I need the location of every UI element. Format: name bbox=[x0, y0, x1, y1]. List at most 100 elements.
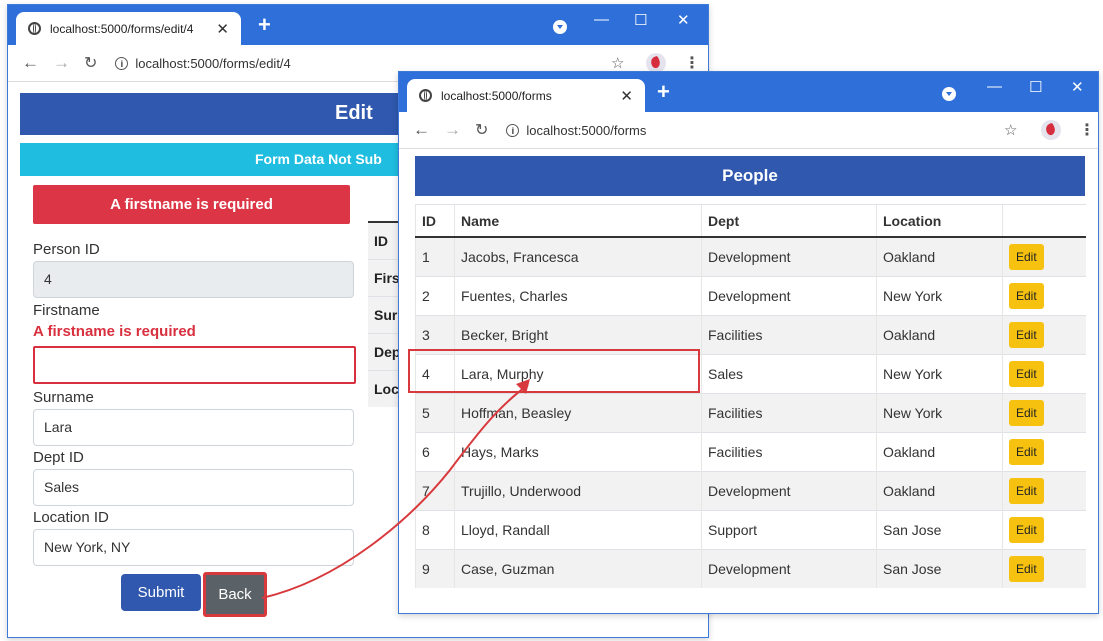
forward-icon[interactable]: → bbox=[444, 120, 461, 140]
star-icon[interactable]: ☆ bbox=[1004, 121, 1017, 139]
cell-dept: Development bbox=[701, 276, 877, 316]
table-header-row: ID Name Dept Location bbox=[415, 204, 1086, 238]
cell-id: 8 bbox=[415, 510, 455, 550]
cell-name: Hoffman, Beasley bbox=[454, 393, 702, 433]
tab-search-icon[interactable] bbox=[942, 87, 956, 101]
table-row: 8 Lloyd, Randall Support San Jose Edit bbox=[415, 510, 1086, 550]
edit-button[interactable]: Edit bbox=[1009, 517, 1044, 543]
column-header-location: Location bbox=[876, 204, 1003, 238]
cell-actions: Edit bbox=[1002, 315, 1086, 355]
cell-location: San Jose bbox=[876, 510, 1003, 550]
table-row: 9 Case, Guzman Development San Jose Edit bbox=[415, 549, 1086, 588]
column-header-dept: Dept bbox=[701, 204, 877, 238]
menu-icon[interactable]: ⋮ bbox=[684, 53, 700, 73]
submit-button[interactable]: Submit bbox=[121, 574, 201, 611]
cell-location: New York bbox=[876, 276, 1003, 316]
firstname-label: Firstname bbox=[33, 302, 100, 319]
cell-actions: Edit bbox=[1002, 549, 1086, 588]
browser-tab[interactable]: localhost:5000/forms ✕ bbox=[407, 79, 645, 112]
edit-button[interactable]: Edit bbox=[1009, 322, 1044, 348]
reload-icon[interactable]: ↻ bbox=[475, 120, 488, 140]
column-header-name: Name bbox=[454, 204, 702, 238]
cell-id: 2 bbox=[415, 276, 455, 316]
close-icon[interactable]: ✕ bbox=[216, 20, 229, 38]
window-close-icon[interactable]: ✕ bbox=[677, 11, 690, 29]
column-header-id: ID bbox=[415, 204, 455, 238]
cell-dept: Support bbox=[701, 510, 877, 550]
info-icon[interactable]: i bbox=[506, 123, 520, 137]
table-row: 5 Hoffman, Beasley Facilities New York E… bbox=[415, 393, 1086, 433]
star-icon[interactable]: ☆ bbox=[611, 54, 624, 72]
cell-actions: Edit bbox=[1002, 510, 1086, 550]
profile-icon[interactable] bbox=[646, 53, 666, 73]
cell-location: Oakland bbox=[876, 315, 1003, 355]
cell-actions: Edit bbox=[1002, 276, 1086, 316]
cell-dept: Sales bbox=[701, 354, 877, 394]
dept-field[interactable]: Sales bbox=[33, 469, 354, 506]
forward-icon[interactable]: → bbox=[53, 53, 70, 73]
cell-name: Trujillo, Underwood bbox=[454, 471, 702, 511]
cell-dept: Development bbox=[701, 549, 877, 588]
table-row: 7 Trujillo, Underwood Development Oaklan… bbox=[415, 471, 1086, 511]
edit-button[interactable]: Edit bbox=[1009, 478, 1044, 504]
cell-location: San Jose bbox=[876, 549, 1003, 588]
edit-button[interactable]: Edit bbox=[1009, 556, 1044, 582]
cell-id: 5 bbox=[415, 393, 455, 433]
cell-actions: Edit bbox=[1002, 471, 1086, 511]
surname-label: Surname bbox=[33, 389, 94, 406]
surname-field[interactable]: Lara bbox=[33, 409, 354, 446]
maximize-icon[interactable]: ☐ bbox=[634, 11, 647, 29]
page-title: People bbox=[722, 166, 778, 185]
tab-search-icon[interactable] bbox=[553, 20, 567, 34]
cell-dept: Facilities bbox=[701, 315, 877, 355]
url-field[interactable]: localhost:5000/forms/edit/4 bbox=[135, 56, 290, 71]
url-field[interactable]: localhost:5000/forms bbox=[526, 123, 646, 138]
firstname-field[interactable] bbox=[33, 346, 356, 384]
status-banner-text: Form Data Not Sub bbox=[255, 151, 382, 167]
cell-dept: Development bbox=[701, 236, 877, 277]
column-header-actions bbox=[1002, 204, 1086, 238]
new-tab-icon[interactable]: + bbox=[657, 81, 670, 103]
firstname-error: A firstname is required bbox=[33, 323, 196, 340]
cell-name: Fuentes, Charles bbox=[454, 276, 702, 316]
cell-location: Oakland bbox=[876, 471, 1003, 511]
title-bar: localhost:5000/forms/edit/4 ✕ + — ☐ ✕ bbox=[8, 5, 708, 45]
edit-button[interactable]: Edit bbox=[1009, 244, 1044, 270]
back-icon[interactable]: ← bbox=[413, 120, 430, 140]
cell-id: 1 bbox=[415, 236, 455, 277]
location-field[interactable]: New York, NY bbox=[33, 529, 354, 566]
globe-icon bbox=[28, 22, 41, 35]
edit-button[interactable]: Edit bbox=[1009, 361, 1044, 387]
window-close-icon[interactable]: ✕ bbox=[1071, 78, 1084, 96]
globe-icon bbox=[419, 89, 432, 102]
info-icon[interactable]: i bbox=[115, 56, 129, 70]
new-tab-icon[interactable]: + bbox=[258, 14, 271, 36]
address-bar: ← → ↻ i localhost:5000/forms ☆ ⋮ bbox=[399, 112, 1098, 149]
table-row: 2 Fuentes, Charles Development New York … bbox=[415, 276, 1086, 316]
page-title: Edit bbox=[335, 102, 373, 124]
dept-label: Dept ID bbox=[33, 449, 84, 466]
person-id-label: Person ID bbox=[33, 241, 100, 258]
close-icon[interactable]: ✕ bbox=[620, 87, 633, 105]
cell-dept: Facilities bbox=[701, 432, 877, 472]
location-label: Location ID bbox=[33, 509, 109, 526]
highlight-row-box bbox=[408, 349, 700, 393]
table-row: 1 Jacobs, Francesca Development Oakland … bbox=[415, 236, 1086, 277]
title-bar: localhost:5000/forms ✕ + — ☐ ✕ bbox=[399, 72, 1098, 112]
back-icon[interactable]: ← bbox=[22, 53, 39, 73]
reload-icon[interactable]: ↻ bbox=[84, 53, 97, 73]
cell-name: Jacobs, Francesca bbox=[454, 236, 702, 277]
browser-tab[interactable]: localhost:5000/forms/edit/4 ✕ bbox=[16, 12, 241, 45]
minimize-icon[interactable]: — bbox=[987, 78, 1002, 95]
cell-location: Oakland bbox=[876, 432, 1003, 472]
edit-button[interactable]: Edit bbox=[1009, 439, 1044, 465]
minimize-icon[interactable]: — bbox=[594, 11, 609, 28]
maximize-icon[interactable]: ☐ bbox=[1029, 78, 1042, 96]
back-button[interactable]: Back bbox=[203, 572, 267, 617]
cell-location: New York bbox=[876, 354, 1003, 394]
edit-button[interactable]: Edit bbox=[1009, 400, 1044, 426]
cell-location: New York bbox=[876, 393, 1003, 433]
edit-button[interactable]: Edit bbox=[1009, 283, 1044, 309]
profile-icon[interactable] bbox=[1041, 120, 1061, 140]
menu-icon[interactable]: ⋮ bbox=[1079, 120, 1095, 140]
